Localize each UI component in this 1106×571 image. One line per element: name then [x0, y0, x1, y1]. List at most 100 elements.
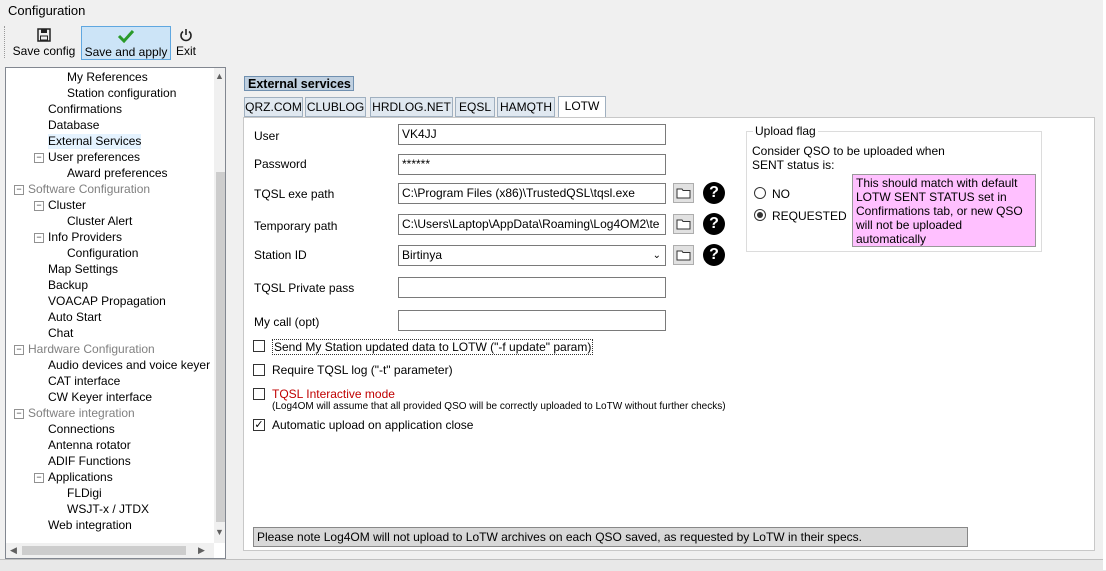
toolbar-separator [4, 26, 6, 58]
tree-expander-icon[interactable]: − [34, 153, 44, 163]
hint-line: Confirmations tab, or new QSO [856, 204, 1023, 218]
tree-item[interactable]: CW Keyer interface [48, 390, 152, 405]
tree-item[interactable]: Connections [48, 422, 115, 437]
tree-item[interactable]: ADIF Functions [48, 454, 131, 469]
tab-hrdlog-net[interactable]: HRDLOG.NET [370, 97, 453, 117]
auto-upload-label[interactable]: Automatic upload on application close [272, 418, 473, 432]
browse-station-id-button[interactable] [673, 245, 694, 265]
temporary-path-field[interactable]: C:\Users\Laptop\AppData\Roaming\Log4OM2\… [398, 214, 666, 235]
browse-tqsl-exe-button[interactable] [673, 183, 694, 203]
tree-item[interactable]: Confirmations [48, 102, 122, 117]
tree-expander-icon[interactable]: − [34, 473, 44, 483]
tqsl-private-pass-label: TQSL Private pass [254, 281, 355, 295]
scroll-up-arrow-icon[interactable]: ▲ [215, 71, 224, 81]
save-config-button[interactable]: Save config [11, 26, 77, 60]
upload-flag-desc-line1: Consider QSO to be uploaded when [752, 144, 945, 158]
station-id-label: Station ID [254, 248, 307, 262]
tree-expander-icon[interactable]: − [34, 201, 44, 211]
scroll-left-arrow-icon[interactable]: ◀ [10, 545, 17, 556]
tree-expander-icon[interactable]: − [14, 345, 24, 355]
upload-flag-desc-line2: SENT status is: [752, 158, 835, 172]
tab-hamqth[interactable]: HAMQTH [497, 97, 555, 117]
tqsl-private-pass-field[interactable] [398, 277, 666, 298]
section-title: External services [244, 76, 354, 91]
folder-icon [674, 188, 693, 205]
tab-qrz-com[interactable]: QRZ.COM [244, 97, 303, 117]
interactive-mode-note: (Log4OM will assume that all provided QS… [272, 401, 726, 412]
browse-temporary-path-button[interactable] [673, 214, 694, 234]
tree-item[interactable]: External Services [48, 134, 142, 149]
tree-vertical-scroll-thumb[interactable] [216, 172, 225, 522]
radio-no-label[interactable]: NO [772, 187, 790, 201]
station-id-select[interactable]: Birtinya ⌄ [398, 245, 666, 266]
exit-button[interactable]: Exit [172, 26, 200, 60]
folder-icon [674, 219, 693, 236]
tree-item[interactable]: Map Settings [48, 262, 118, 277]
tree-item[interactable]: My References [67, 70, 148, 85]
tree-item[interactable]: Auto Start [48, 310, 101, 325]
tree-item[interactable]: Station configuration [67, 86, 176, 101]
floppy-icon [11, 28, 77, 44]
password-field[interactable]: ****** [398, 154, 666, 175]
send-station-data-checkbox[interactable] [253, 340, 265, 352]
hint-line: will not be uploaded [856, 218, 963, 232]
tree-item[interactable]: Backup [48, 278, 88, 293]
radio-requested[interactable] [754, 209, 766, 221]
my-call-label: My call (opt) [254, 315, 320, 329]
my-call-field[interactable] [398, 310, 666, 331]
tree-expander-icon[interactable]: − [14, 409, 24, 419]
scroll-down-arrow-icon[interactable]: ▼ [215, 527, 224, 537]
tree-item[interactable]: User preferences [48, 150, 140, 165]
tqsl-exe-help-question-icon[interactable]: ? [703, 182, 725, 204]
tqsl-interactive-mode-checkbox[interactable] [253, 388, 265, 400]
window-title: Configuration [8, 3, 86, 18]
tree-item[interactable]: Database [48, 118, 99, 133]
tqsl-interactive-mode-label[interactable]: TQSL Interactive mode [272, 387, 395, 401]
tree-item[interactable]: FLDigi [67, 486, 102, 501]
tree-item[interactable]: Software integration [28, 406, 135, 421]
tab-eqsl[interactable]: EQSL [455, 97, 495, 117]
tree-item[interactable]: Cluster [48, 198, 86, 213]
tab-clublog[interactable]: CLUBLOG [305, 97, 366, 117]
tree-item[interactable]: Chat [48, 326, 73, 341]
scroll-right-arrow-icon[interactable]: ▶ [198, 545, 205, 556]
tree-item[interactable]: Antenna rotator [48, 438, 131, 453]
settings-tree[interactable]: My References Station configuration Confir… [5, 67, 226, 559]
radio-requested-label[interactable]: REQUESTED [772, 209, 847, 223]
temporary-path-help-question-icon[interactable]: ? [703, 213, 725, 235]
send-station-data-label[interactable]: Send My Station updated data to LOTW ("-… [272, 339, 594, 355]
tree-item[interactable]: Software Configuration [28, 182, 150, 197]
hint-line: This should match with default [856, 176, 1018, 190]
hint-line: LOTW SENT STATUS set in [856, 190, 1007, 204]
tree-item[interactable]: Configuration [67, 246, 138, 261]
upload-flag-hint: This should match with default LOTW SENT… [852, 174, 1036, 247]
save-and-apply-button[interactable]: Save and apply [81, 26, 171, 60]
tree-item[interactable]: Cluster Alert [67, 214, 132, 229]
tqsl-exe-path-label: TQSL exe path [254, 187, 335, 201]
tree-item[interactable]: Applications [48, 470, 113, 485]
password-label: Password [254, 157, 307, 171]
tree-item[interactable]: WSJT-x / JTDX [67, 502, 149, 517]
background-window-strip [0, 559, 1106, 571]
tree-item[interactable]: VOACAP Propagation [48, 294, 166, 309]
tree-expander-icon[interactable]: − [34, 233, 44, 243]
tqsl-exe-path-field[interactable]: C:\Program Files (x86)\TrustedQSL\tqsl.e… [398, 183, 666, 204]
tree-item[interactable]: Info Providers [48, 230, 122, 245]
tree-item[interactable]: Award preferences [67, 166, 168, 181]
tree-expander-icon[interactable]: − [14, 185, 24, 195]
tab-lotw[interactable]: LOTW [558, 96, 606, 118]
radio-no[interactable] [754, 187, 766, 199]
tree-item[interactable]: Audio devices and voice keyer [48, 358, 210, 373]
chevron-down-icon: ⌄ [652, 250, 661, 261]
tree-item[interactable]: CAT interface [48, 374, 120, 389]
tree-item[interactable]: Hardware Configuration [28, 342, 155, 357]
lotw-note-bar: Please note Log4OM will not upload to Lo… [253, 527, 968, 547]
user-field[interactable]: VK4JJ [398, 124, 666, 145]
save-config-label: Save config [12, 44, 76, 58]
tree-item[interactable]: Web integration [48, 518, 132, 533]
auto-upload-checkbox[interactable]: ✓ [253, 419, 265, 431]
require-tqsl-log-checkbox[interactable] [253, 364, 265, 376]
require-tqsl-log-label[interactable]: Require TQSL log ("-t" parameter) [272, 363, 453, 377]
station-id-help-question-icon[interactable]: ? [703, 244, 725, 266]
tree-horizontal-scroll-thumb[interactable] [22, 546, 186, 555]
